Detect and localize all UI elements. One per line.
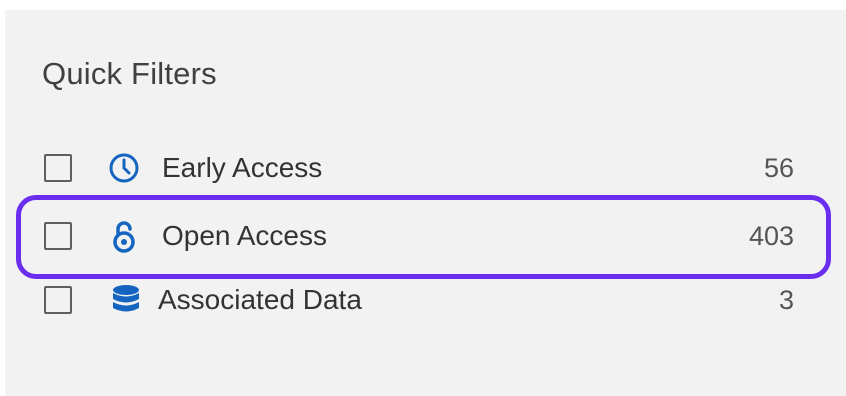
early-access-checkbox[interactable] <box>44 154 72 182</box>
clock-icon <box>108 152 140 184</box>
filter-item-open-access[interactable]: Open Access 403 <box>0 214 846 264</box>
quick-filters-title: Quick Filters <box>42 56 217 91</box>
filter-item-associated-data[interactable]: Associated Data 3 <box>0 278 846 328</box>
filter-label: Early Access <box>162 152 323 183</box>
open-access-checkbox[interactable] <box>44 222 72 250</box>
filter-label: Associated Data <box>158 284 362 315</box>
filter-count: 56 <box>763 153 794 183</box>
open-access-lock-icon <box>108 220 140 253</box>
filter-item-early-access[interactable]: Early Access 56 <box>0 146 846 196</box>
filter-label: Open Access <box>162 220 327 251</box>
filter-count: 3 <box>778 285 794 315</box>
database-icon <box>110 284 142 316</box>
associated-data-checkbox[interactable] <box>44 286 72 314</box>
filter-count: 403 <box>748 221 794 251</box>
